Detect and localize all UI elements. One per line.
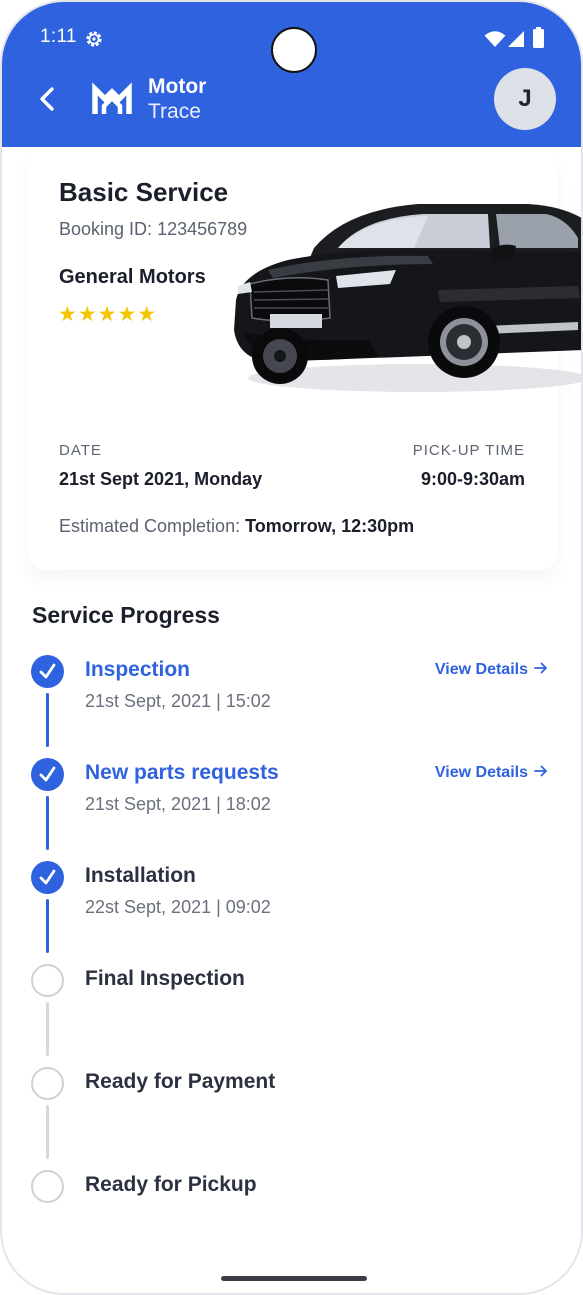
step-connector <box>46 796 49 850</box>
step-pending-indicator <box>31 964 64 997</box>
estimated-completion: Estimated Completion: Tomorrow, 12:30pm <box>59 516 414 537</box>
step-title: Ready for Pickup <box>85 1173 257 1196</box>
step-timestamp: 22st Sept, 2021 | 09:02 <box>85 897 271 917</box>
step-title: Installation <box>85 864 196 887</box>
arrow-right-icon <box>534 662 547 674</box>
step-connector <box>46 693 49 747</box>
progress-step: Installation 22st Sept, 2021 | 09:02 <box>2 861 581 964</box>
step-timestamp: 21st Sept, 2021 | 18:02 <box>85 794 271 814</box>
booking-id-label: Booking ID: <box>59 219 153 239</box>
view-details-label: View Details <box>434 764 528 781</box>
check-icon <box>39 766 56 782</box>
battery-icon <box>533 27 544 48</box>
progress-step: Final Inspection <box>2 964 581 1067</box>
status-bar: 1:11 <box>2 2 581 74</box>
progress-step: Ready for Pickup <box>2 1170 581 1273</box>
booking-id-row: Booking ID: 123456789 <box>59 219 247 240</box>
estimated-completion-label: Estimated Completion: <box>59 516 241 536</box>
estimated-completion-value: Tomorrow, 12:30pm <box>245 516 415 536</box>
step-complete-indicator <box>31 861 64 894</box>
step-pending-indicator <box>31 1067 64 1100</box>
step-connector <box>46 899 49 953</box>
user-avatar[interactable]: J <box>494 68 556 130</box>
camera-cutout <box>271 27 317 73</box>
home-indicator[interactable] <box>221 1276 367 1281</box>
step-pending-indicator <box>31 1170 64 1203</box>
date-label: DATE <box>59 442 102 459</box>
rating-stars: ★★★★★ <box>58 303 158 326</box>
back-arrow-icon[interactable] <box>34 84 62 114</box>
view-details-link[interactable]: View Details <box>435 661 548 679</box>
step-title[interactable]: Inspection <box>85 658 190 682</box>
gear-icon <box>86 31 102 47</box>
view-details-link[interactable]: View Details <box>435 764 548 782</box>
date-value: 21st Sept 2021, Monday <box>59 469 263 489</box>
status-time: 1:11 <box>40 26 77 47</box>
step-title: Final Inspection <box>85 967 245 990</box>
vehicle-manufacturer: General Motors <box>59 266 206 288</box>
check-icon <box>39 869 56 885</box>
app-name: Motor <box>148 75 207 98</box>
step-complete-indicator <box>31 758 64 791</box>
progress-step: New parts requests 21st Sept, 2021 | 18:… <box>2 758 581 861</box>
car-image <box>234 204 581 392</box>
step-connector <box>46 1002 49 1056</box>
progress-step: Ready for Payment <box>2 1067 581 1170</box>
phone-screen: 1:11 Motor Trace J Basic Service Booking… <box>0 0 583 1295</box>
step-connector <box>46 1105 49 1159</box>
motortrace-logo-icon <box>92 82 132 114</box>
step-timestamp: 21st Sept, 2021 | 15:02 <box>85 691 271 711</box>
service-title: Basic Service <box>59 177 229 207</box>
wifi-icon <box>484 31 506 47</box>
arrow-right-icon <box>534 765 547 777</box>
view-details-label: View Details <box>434 661 528 678</box>
progress-step: Inspection 21st Sept, 2021 | 15:02 View … <box>2 655 581 758</box>
step-title: Ready for Payment <box>85 1070 276 1093</box>
pickup-time-value: 9:00-9:30am <box>420 469 525 489</box>
service-progress-heading: Service Progress <box>32 602 220 628</box>
pickup-time-label: PICK-UP TIME <box>412 442 525 459</box>
step-title[interactable]: New parts requests <box>85 761 279 785</box>
app-name-subtitle: Trace <box>148 100 201 123</box>
signal-icon <box>508 31 524 47</box>
check-icon <box>39 663 56 679</box>
step-complete-indicator <box>31 655 64 688</box>
app-header: 1:11 Motor Trace J <box>2 2 581 147</box>
